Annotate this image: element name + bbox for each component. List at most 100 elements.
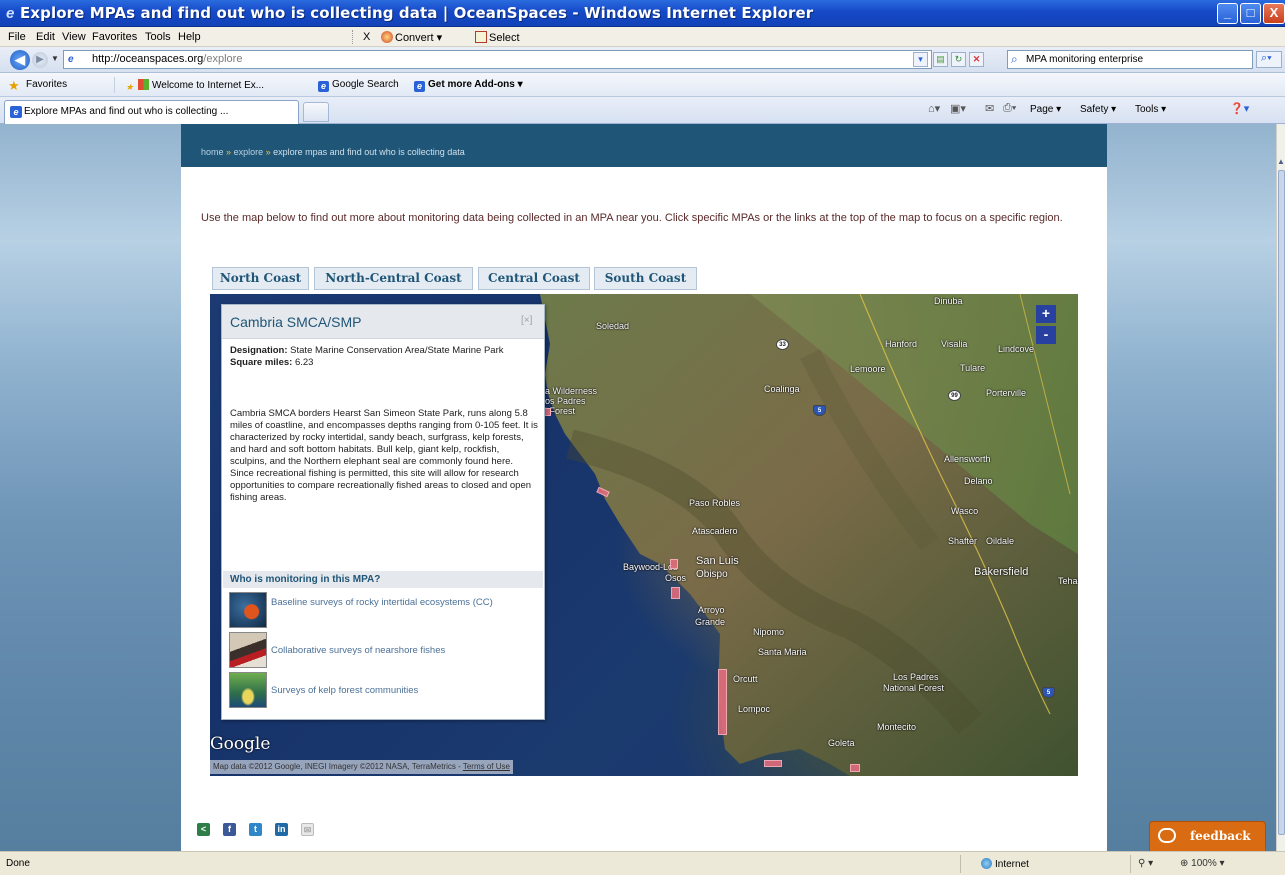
monitoring-link[interactable]: Baseline surveys of rocky intertidal eco…: [271, 596, 541, 609]
mpa-polygon[interactable]: [764, 760, 782, 767]
nearshore-fishes-thumbnail: [229, 632, 267, 668]
read-mail-icon[interactable]: ✉: [985, 102, 994, 115]
place-label: na Wilderness: [540, 386, 598, 396]
protected-mode-icon[interactable]: ⚲ ▾: [1138, 858, 1153, 869]
favorites-button[interactable]: Favorites: [26, 79, 67, 90]
menu-tools[interactable]: Tools: [145, 31, 171, 43]
breadcrumb-explore[interactable]: explore: [234, 147, 264, 157]
monitoring-link[interactable]: Surveys of kelp forest communities: [271, 684, 541, 697]
history-dropdown[interactable]: ▼: [51, 54, 59, 63]
fav-item-get-addons[interactable]: e Get more Add-ons ▾: [414, 79, 523, 92]
region-north-central-coast[interactable]: North-Central Coast: [314, 267, 473, 290]
place-label: Tehachapi: [1058, 576, 1078, 586]
menu-help[interactable]: Help: [178, 31, 201, 43]
mpa-polygon[interactable]: [850, 764, 860, 772]
feeds-icon[interactable]: ▣▾: [950, 102, 966, 115]
region-north-coast[interactable]: North Coast: [212, 267, 309, 290]
monitoring-link[interactable]: Collaborative surveys of nearshore fishe…: [271, 644, 541, 657]
share-icon[interactable]: <: [197, 823, 210, 836]
forward-arrow-icon[interactable]: ▶: [32, 52, 48, 68]
fav-item-google-search[interactable]: e Google Search: [318, 79, 399, 92]
place-label: National Forest: [883, 683, 945, 693]
monitoring-item[interactable]: Surveys of kelp forest communities: [229, 672, 539, 708]
mpa-polygon[interactable]: [718, 669, 727, 735]
place-label: Los Padres: [540, 396, 586, 406]
highway-33-icon: 33: [776, 339, 789, 350]
mpa-polygon[interactable]: [670, 559, 678, 569]
place-label: Dinuba: [934, 296, 963, 306]
tab-explore-mpas[interactable]: e Explore MPAs and find out who is colle…: [4, 100, 299, 124]
menu-file[interactable]: File: [8, 31, 26, 43]
favorites-star-icon[interactable]: ★: [8, 78, 20, 94]
zoom-level[interactable]: ⊕ 100% ▾: [1180, 858, 1225, 869]
place-label: Coalinga: [764, 384, 800, 394]
monitoring-item[interactable]: Baseline surveys of rocky intertidal eco…: [229, 592, 539, 628]
favorites-bar: ★ Favorites ★ Welcome to Internet Ex... e…: [0, 73, 1285, 97]
search-input[interactable]: ⌕ MPA monitoring enterprise: [1007, 50, 1253, 69]
kelp-forest-thumbnail: [229, 672, 267, 708]
place-label: Oildale: [986, 536, 1015, 546]
page-menu[interactable]: Page ▾: [1030, 104, 1061, 115]
safety-menu[interactable]: Safety ▾: [1080, 104, 1116, 115]
address-dropdown[interactable]: ▾: [913, 52, 928, 67]
designation-value: State Marine Conservation Area/State Mar…: [290, 345, 504, 356]
mpa-map[interactable]: + - Dinuba Soledad Hanford Visalia Lindc…: [210, 294, 1078, 776]
popup-close-button[interactable]: [×]: [521, 315, 532, 326]
help-icon[interactable]: ❓▾: [1230, 102, 1249, 115]
vertical-scrollbar[interactable]: ▲: [1276, 124, 1285, 851]
interstate-5-south-icon: 5: [1042, 687, 1055, 698]
place-label: Porterville: [986, 388, 1027, 398]
refresh-icon[interactable]: ↻: [951, 52, 966, 67]
url-field[interactable]: e http://oceanspaces.org/explore: [63, 50, 932, 69]
facebook-icon[interactable]: f: [223, 823, 236, 836]
tools-menu[interactable]: Tools ▾: [1135, 104, 1166, 115]
menu-edit[interactable]: Edit: [36, 31, 55, 43]
popup-header: Cambria SMCA/SMP [×]: [222, 305, 544, 339]
twitter-icon[interactable]: t: [249, 823, 262, 836]
region-central-coast[interactable]: Central Coast: [478, 267, 590, 290]
place-label: Visalia: [941, 339, 968, 349]
linkedin-icon[interactable]: in: [275, 823, 288, 836]
zoom-out-button[interactable]: -: [1036, 326, 1056, 344]
status-bar: Done Internet ⚲ ▾ ⊕ 100% ▾: [0, 851, 1285, 875]
home-icon[interactable]: ⌂▾: [928, 102, 940, 115]
minimize-button[interactable]: _: [1217, 3, 1238, 24]
feedback-button[interactable]: feedback: [1149, 821, 1266, 851]
square-miles-value: 6.23: [294, 357, 314, 368]
stop-icon[interactable]: ✕: [969, 52, 984, 67]
intro-text: Use the map below to find out more about…: [201, 212, 1063, 224]
compat-view-icon[interactable]: ▤: [933, 52, 948, 67]
email-icon[interactable]: ✉: [301, 823, 314, 836]
breadcrumb-current: explore mpas and find out who is collect…: [273, 147, 465, 157]
select-button[interactable]: Select: [475, 31, 520, 44]
terms-of-use-link[interactable]: Terms of Use: [463, 762, 510, 771]
scroll-up-arrow[interactable]: ▲: [1277, 157, 1285, 166]
maximize-button[interactable]: □: [1240, 3, 1261, 24]
menu-view[interactable]: View: [62, 31, 86, 43]
zoom-in-button[interactable]: +: [1036, 305, 1056, 323]
toolbar-close-x[interactable]: X: [363, 31, 370, 43]
page-content: home » explore » explore mpas and find o…: [181, 124, 1107, 851]
place-label: San Luis: [696, 555, 739, 567]
status-divider: [1130, 855, 1131, 873]
convert-button[interactable]: Convert ▾: [381, 31, 442, 44]
place-label: Tulare: [960, 363, 986, 373]
mpa-polygon[interactable]: [671, 587, 680, 599]
back-arrow-icon[interactable]: ◀: [10, 50, 30, 70]
region-south-coast[interactable]: South Coast: [594, 267, 697, 290]
ie-logo-icon: e: [6, 5, 15, 22]
place-label: Osos: [665, 573, 687, 583]
menu-favorites[interactable]: Favorites: [92, 31, 137, 43]
breadcrumb-home[interactable]: home: [201, 147, 224, 157]
google-logo: Google: [210, 734, 271, 754]
monitoring-item[interactable]: Collaborative surveys of nearshore fishe…: [229, 632, 539, 668]
new-tab-button[interactable]: [303, 102, 329, 122]
windows-icon: [138, 79, 149, 90]
security-zone: Internet: [981, 858, 1029, 870]
fav-item-welcome[interactable]: ★ Welcome to Internet Ex...: [124, 79, 264, 93]
close-button[interactable]: X: [1263, 3, 1285, 24]
scroll-thumb[interactable]: [1278, 170, 1285, 835]
rocky-intertidal-thumbnail: [229, 592, 267, 628]
search-go-button[interactable]: ⌕▾: [1256, 51, 1282, 68]
print-icon[interactable]: ⎙▾: [1003, 102, 1016, 115]
